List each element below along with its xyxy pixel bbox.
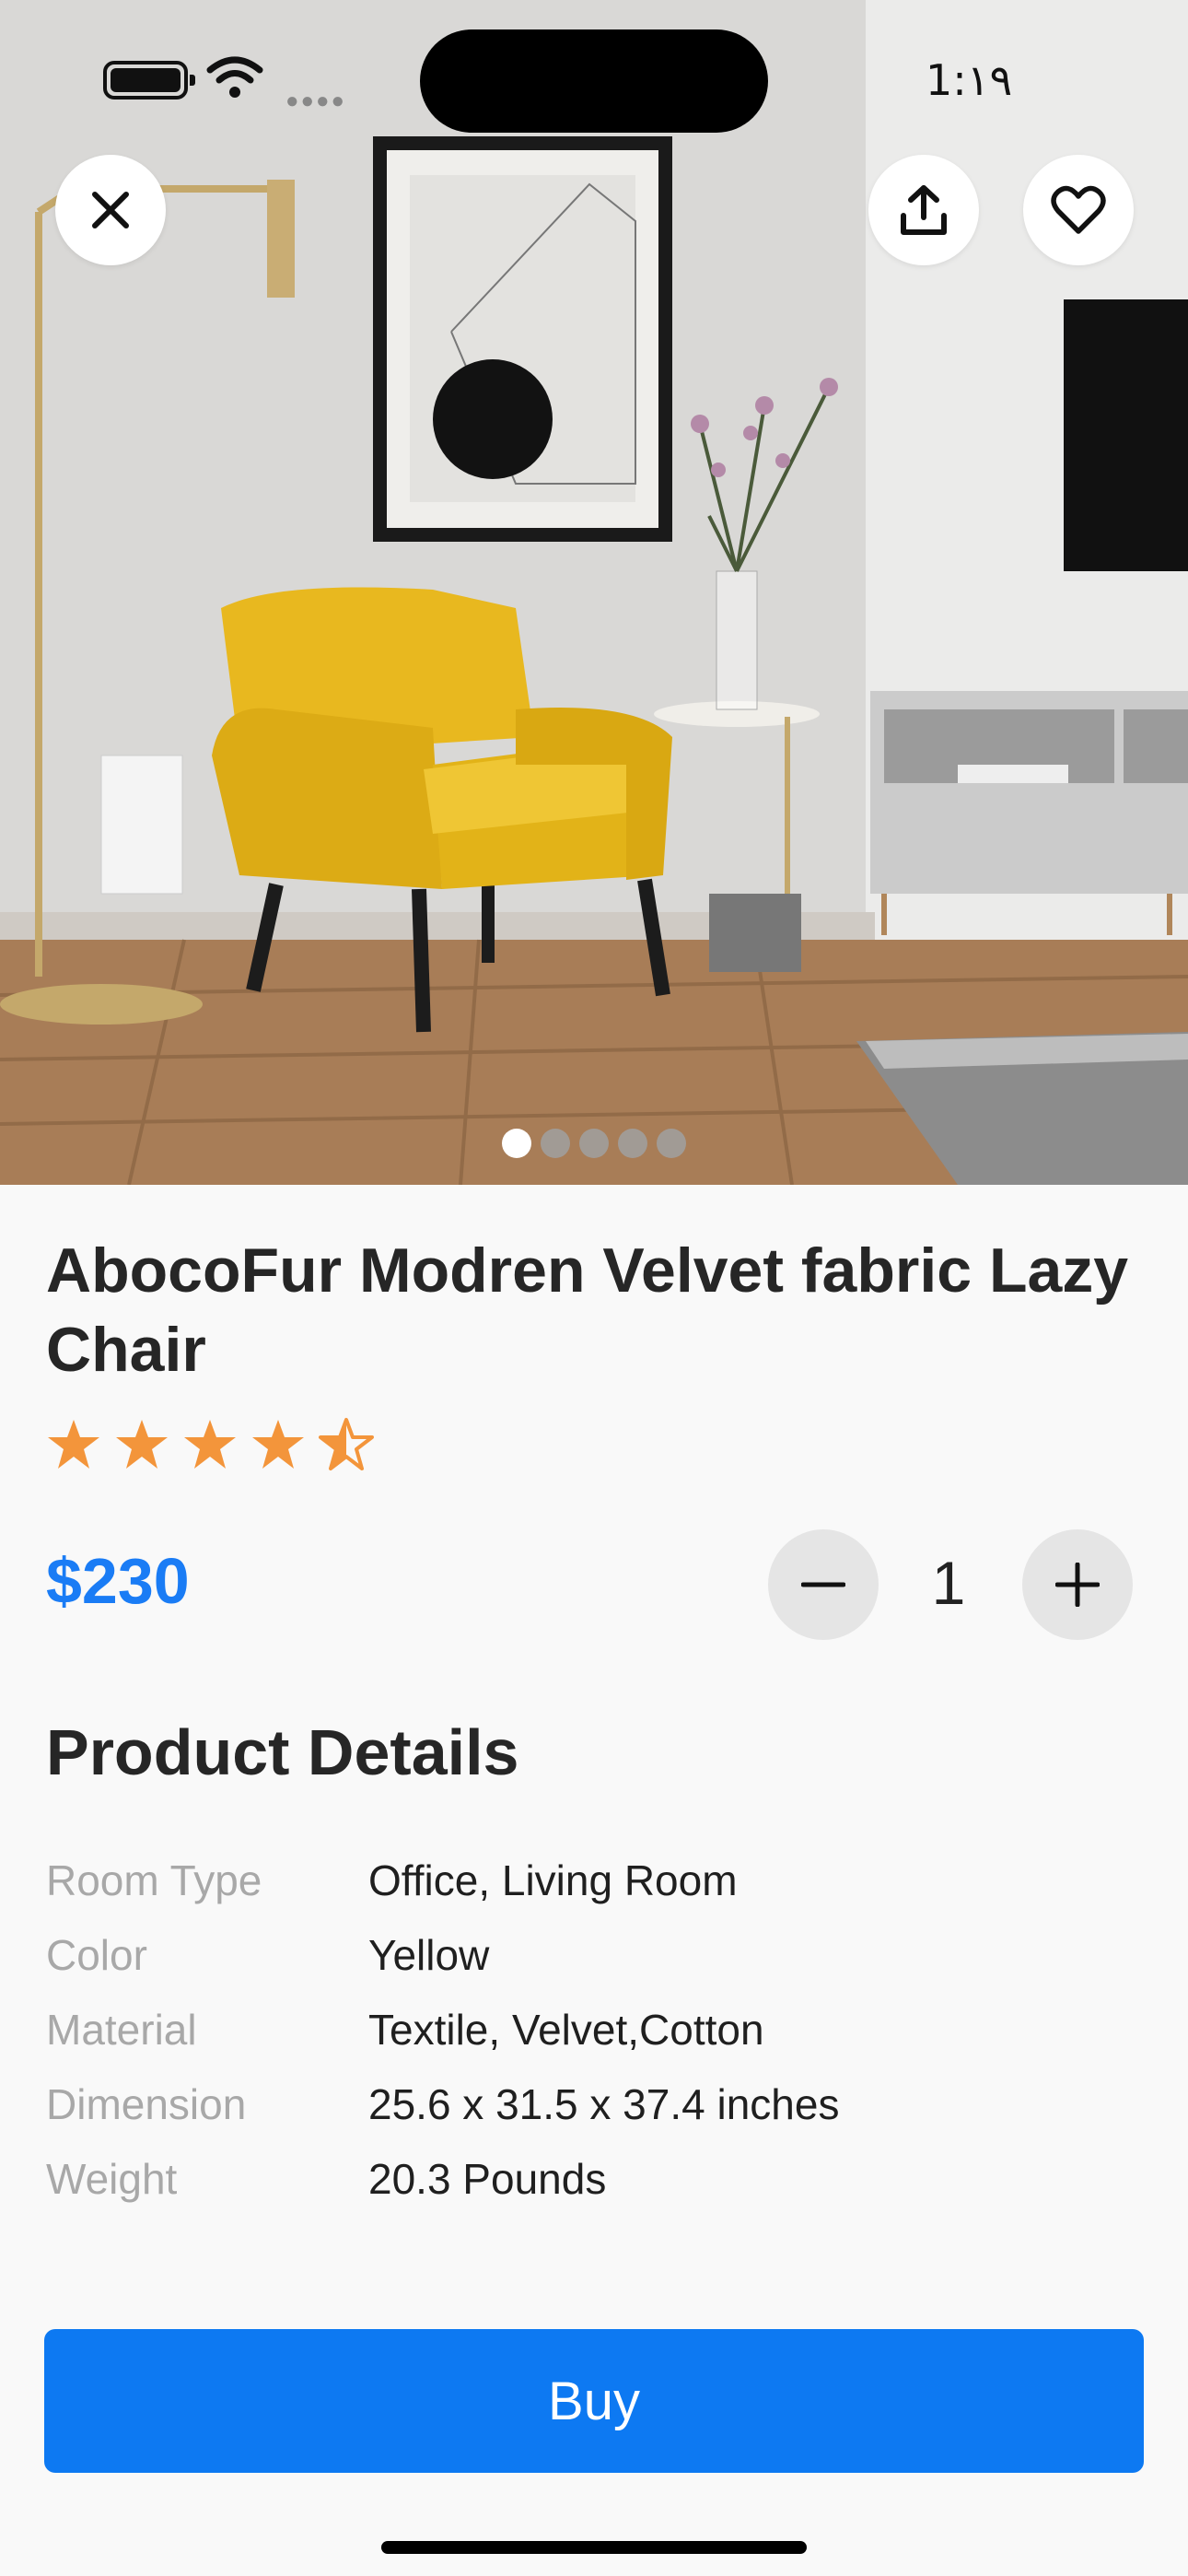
status-time: 1:١٩ [926,55,1013,105]
star-icon [184,1420,236,1469]
carousel-dot[interactable] [579,1129,609,1158]
close-icon [92,192,129,228]
carousel-dot-active[interactable] [502,1129,531,1158]
detail-label: Color [46,1930,147,1979]
plus-icon [1055,1563,1100,1607]
star-icon [116,1420,168,1469]
home-indicator[interactable] [381,2541,807,2554]
star-half-icon [319,1418,374,1470]
detail-label: Material [46,2005,197,2054]
minus-icon [801,1582,845,1587]
product-price: $230 [46,1545,190,1617]
rating-stars [46,1417,374,1472]
detail-label: Room Type [46,1856,262,1904]
status-bar: ●●●● 1:١٩ [0,0,1188,157]
cellular-signal-icon: ●●●● [285,88,346,113]
buy-button[interactable]: Buy [44,2329,1144,2473]
star-icon [48,1420,99,1469]
detail-value: Textile, Velvet,Cotton [368,2005,764,2054]
product-details-list: Room Type Office, Living Room Color Yell… [46,1843,1142,2216]
detail-value: Yellow [368,1930,490,1979]
product-details-heading: Product Details [46,1716,519,1788]
detail-value: 20.3 Pounds [368,2154,607,2203]
detail-label: Weight [46,2154,178,2203]
share-icon [901,185,947,235]
carousel-dot[interactable] [541,1129,570,1158]
wifi-icon [206,56,263,98]
carousel-dot[interactable] [657,1129,686,1158]
chair-room-illustration [0,0,1188,1185]
detail-row-weight: Weight 20.3 Pounds [46,2141,1142,2216]
favorite-button[interactable] [1023,155,1134,265]
detail-value: Office, Living Room [368,1856,738,1904]
quantity-value: 1 [931,1549,966,1617]
carousel-indicator [0,1129,1188,1158]
detail-label: Dimension [46,2079,247,2128]
star-icon [252,1420,304,1469]
dynamic-island [420,29,768,133]
detail-row-room-type: Room Type Office, Living Room [46,1843,1142,1917]
share-button[interactable] [868,155,979,265]
quantity-increase-button[interactable] [1022,1529,1133,1640]
quantity-decrease-button[interactable] [768,1529,879,1640]
detail-value: 25.6 x 31.5 x 37.4 inches [368,2079,840,2128]
close-button[interactable] [55,155,166,265]
product-title: AbocoFur Modren Velvet fabric Lazy Chair [46,1235,1129,1385]
heart-icon [1051,185,1106,234]
detail-row-color: Color Yellow [46,1917,1142,1992]
battery-icon [103,61,195,100]
product-photo[interactable] [0,0,1188,1185]
detail-row-dimension: Dimension 25.6 x 31.5 x 37.4 inches [46,2067,1142,2141]
carousel-dot[interactable] [618,1129,647,1158]
detail-row-material: Material Textile, Velvet,Cotton [46,1992,1142,2067]
